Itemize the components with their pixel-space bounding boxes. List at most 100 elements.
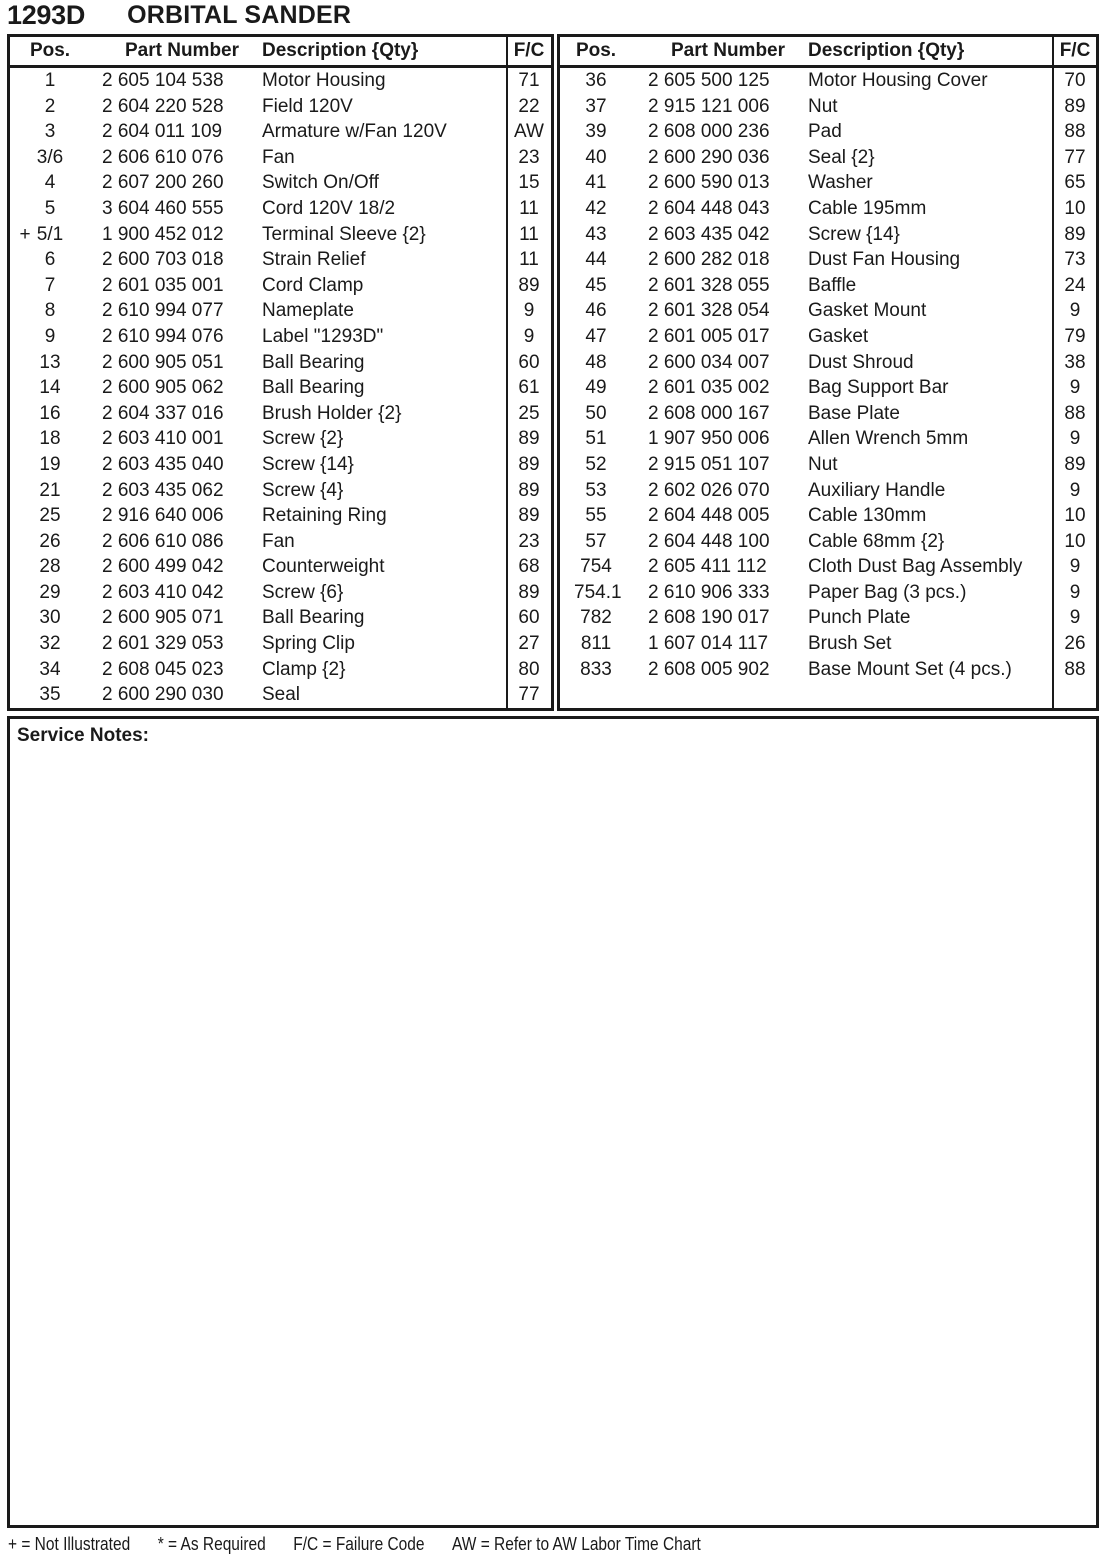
legend-failure-code: F/C = Failure Code <box>293 1534 425 1554</box>
cell-fc: 89 <box>1064 95 1086 117</box>
cell-pos: 44 <box>585 249 607 271</box>
cell-pos: 50 <box>585 402 607 424</box>
cell-fc: 10 <box>1064 530 1086 552</box>
cell-part-number: 2 601 328 055 <box>648 274 770 296</box>
table-row: 32 2 601 329 053 Spring Clip 27 <box>10 631 551 657</box>
cell-pos: 45 <box>585 274 607 296</box>
cell-pos: 3 <box>44 121 56 143</box>
cell-pos: 37 <box>585 95 607 117</box>
table-row: 28 2 600 499 042 Counterweight 68 <box>10 554 551 580</box>
cell-part-number: 2 600 282 018 <box>648 249 770 271</box>
cell-description: Terminal Sleeve {2} <box>262 223 426 245</box>
table-row: 3/6 2 606 610 076 Fan 23 <box>10 145 551 171</box>
column-header-part-number: Part Number <box>124 40 240 61</box>
cell-fc: 77 <box>1064 146 1086 168</box>
cell-fc: 9 <box>523 300 535 322</box>
cell-pos: 21 <box>39 479 61 501</box>
cell-part-number: 2 604 337 016 <box>102 402 224 424</box>
cell-pos: 754 <box>580 556 612 578</box>
footer-legend: + = Not Illustrated * = As Required F/C … <box>8 1533 701 1555</box>
column-header-fc: F/C <box>1059 40 1091 61</box>
table-row: 50 2 608 000 167 Base Plate 88 <box>560 401 1096 427</box>
cell-part-number: 2 600 590 013 <box>648 172 770 194</box>
cell-fc: 68 <box>518 556 540 578</box>
legend-not-illustrated: + = Not Illustrated <box>8 1534 131 1554</box>
table-row: 57 2 604 448 100 Cable 68mm {2} 10 <box>560 529 1096 555</box>
cell-fc: 38 <box>1064 351 1086 373</box>
cell-pos: 5/1 <box>36 223 64 245</box>
cell-description: Seal {2} <box>808 146 875 168</box>
cell-description: Counterweight <box>262 556 385 578</box>
cell-description: Ball Bearing <box>262 351 365 373</box>
cell-fc: 60 <box>518 607 540 629</box>
cell-fc: 89 <box>518 581 540 603</box>
cell-description: Allen Wrench 5mm <box>808 428 969 450</box>
table-row: 14 2 600 905 062 Ball Bearing 61 <box>10 375 551 401</box>
table-row: 5 3 604 460 555 Cord 120V 18/2 11 <box>10 196 551 222</box>
column-header-fc: F/C <box>513 40 545 61</box>
cell-part-number: 2 604 011 109 <box>102 121 223 143</box>
cell-part-number: 1 907 950 006 <box>648 428 770 450</box>
cell-description: Clamp {2} <box>262 658 346 680</box>
cell-description: Screw {2} <box>262 428 344 450</box>
table-row: 51 1 907 950 006 Allen Wrench 5mm 9 <box>560 426 1096 452</box>
cell-fc: 70 <box>1064 70 1086 91</box>
column-header-description: Description {Qty} <box>262 40 419 61</box>
model-number: 1293D <box>7 0 86 30</box>
table-row: 34 2 608 045 023 Clamp {2} 80 <box>10 657 551 683</box>
cell-fc: 9 <box>1069 428 1081 450</box>
cell-description: Nut <box>808 95 838 117</box>
cell-fc: 80 <box>518 658 540 680</box>
cell-description: Cloth Dust Bag Assembly <box>808 556 1023 578</box>
table-row: 43 2 603 435 042 Screw {14} 89 <box>560 222 1096 248</box>
cell-description: Gasket Mount <box>808 300 927 322</box>
cell-part-number: 2 601 035 001 <box>102 274 224 296</box>
cell-part-number: 2 600 290 030 <box>102 684 224 706</box>
cell-fc: 11 <box>519 197 539 219</box>
cell-part-number: 2 603 435 040 <box>102 453 224 475</box>
cell-description: Ball Bearing <box>262 377 365 399</box>
table-row: 48 2 600 034 007 Dust Shroud 38 <box>560 350 1096 376</box>
cell-fc: 89 <box>1064 223 1086 245</box>
cell-pos: 52 <box>585 453 607 475</box>
table-row: 754 2 605 411 112 Cloth Dust Bag Assembly 9 <box>560 554 1096 580</box>
cell-part-number: 2 604 448 005 <box>648 505 770 527</box>
cell-part-number: 2 600 034 007 <box>648 351 770 373</box>
legend-as-required: * = As Required <box>157 1534 266 1554</box>
cell-part-number: 2 605 104 538 <box>102 70 224 91</box>
table-row: 42 2 604 448 043 Cable 195mm 10 <box>560 196 1096 222</box>
cell-part-number: 2 915 051 107 <box>648 453 770 475</box>
cell-description: Baffle <box>808 274 857 296</box>
cell-description: Brush Set <box>808 633 892 655</box>
cell-part-number: 2 602 026 070 <box>648 479 770 501</box>
cell-pos: 1 <box>44 70 56 91</box>
table-row: 39 2 608 000 236 Pad 88 <box>560 119 1096 145</box>
cell-fc: 11 <box>519 249 539 271</box>
cell-description: Fan <box>262 530 295 552</box>
parts-tables: Pos. Part Number Description {Qty} F/C 1… <box>7 34 1099 711</box>
cell-description: Nameplate <box>262 300 354 322</box>
cell-part-number: 2 608 000 167 <box>648 402 770 424</box>
table-row: 46 2 601 328 054 Gasket Mount 9 <box>560 298 1096 324</box>
cell-description: Pad <box>808 121 842 143</box>
cell-fc: 89 <box>518 428 540 450</box>
cell-description: Cable 130mm <box>808 505 927 527</box>
cell-fc: 15 <box>518 172 540 194</box>
cell-fc: 9 <box>1069 607 1081 629</box>
table-row: 833 2 608 005 902 Base Mount Set (4 pcs.) 8… <box>560 657 1096 683</box>
cell-part-number: 2 604 448 043 <box>648 197 770 219</box>
cell-pos: 5 <box>44 197 56 219</box>
cell-pos: 43 <box>585 223 607 245</box>
cell-description: Fan <box>262 146 295 168</box>
cell-part-number: 2 604 448 100 <box>648 530 770 552</box>
cell-fc: 71 <box>518 70 540 91</box>
cell-description: Screw {6} <box>262 581 344 603</box>
cell-pos: 48 <box>585 351 607 373</box>
cell-description: Nut <box>808 453 838 475</box>
table-row: 44 2 600 282 018 Dust Fan Housing 73 <box>560 247 1096 273</box>
cell-description: Switch On/Off <box>262 172 379 194</box>
table-row: 18 2 603 410 001 Screw {2} 89 <box>10 426 551 452</box>
table-row: 41 2 600 590 013 Washer 65 <box>560 170 1096 196</box>
cell-part-number: 2 915 121 006 <box>648 95 770 117</box>
cell-part-number: 2 610 906 333 <box>648 581 770 603</box>
